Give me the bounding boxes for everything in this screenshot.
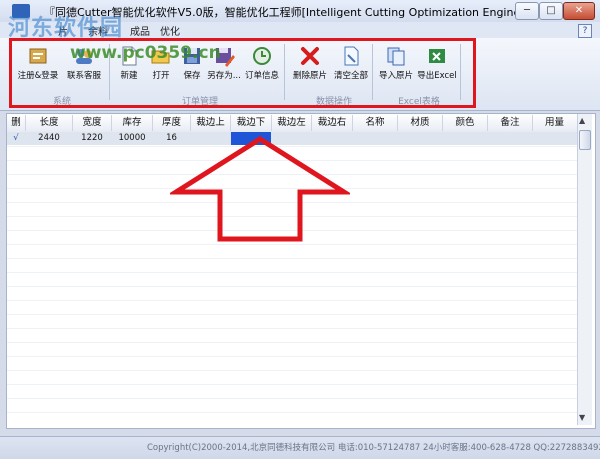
scroll-thumb[interactable] xyxy=(579,130,591,150)
header-material[interactable]: 材质 xyxy=(398,115,443,131)
menu-item-product[interactable]: 成品 xyxy=(130,23,150,38)
header-trim-left[interactable]: 裁边左 xyxy=(272,115,312,131)
menu-item-optimize[interactable]: 优化 xyxy=(160,23,180,38)
scroll-down-icon[interactable]: ▼ xyxy=(579,413,585,422)
grid-line xyxy=(7,342,577,343)
grid-line xyxy=(7,370,577,371)
maximize-button[interactable]: □ xyxy=(539,2,563,20)
header-width[interactable]: 宽度 xyxy=(73,115,112,131)
header-trim-right[interactable]: 裁边右 xyxy=(312,115,353,131)
watermark-text: 河东软件园 xyxy=(8,16,124,41)
minimize-button[interactable]: ─ xyxy=(515,2,539,20)
header-stock[interactable]: 库存 xyxy=(112,115,153,131)
header-note[interactable]: 备注 xyxy=(488,115,533,131)
cell-width[interactable]: 1220 xyxy=(73,132,111,145)
header-delete[interactable]: 删 xyxy=(7,115,26,131)
header-trim-top[interactable]: 裁边上 xyxy=(191,115,231,131)
copyright-text: Copyright(C)2000-2014,北京同德科技有限公司 电话:010-… xyxy=(147,443,600,453)
grid-line xyxy=(7,328,577,329)
header-usage[interactable]: 用量 xyxy=(533,115,576,131)
grid-line xyxy=(7,286,577,287)
header-thickness[interactable]: 厚度 xyxy=(153,115,191,131)
grid-line xyxy=(7,258,577,259)
scroll-up-icon[interactable]: ▲ xyxy=(579,116,585,125)
grid-line xyxy=(7,272,577,273)
row-delete-check[interactable]: √ xyxy=(7,132,25,145)
cell-length[interactable]: 2440 xyxy=(26,132,72,145)
grid-line xyxy=(7,384,577,385)
vertical-scrollbar[interactable] xyxy=(577,114,592,425)
header-color[interactable]: 颜色 xyxy=(443,115,488,131)
close-button[interactable]: ✕ xyxy=(563,2,595,20)
grid-line xyxy=(7,300,577,301)
grid-line xyxy=(7,356,577,357)
header-name[interactable]: 名称 xyxy=(353,115,398,131)
grid-line xyxy=(7,412,577,413)
help-icon[interactable]: ? xyxy=(578,24,592,38)
arrow-up-annotation xyxy=(170,136,350,242)
grid-line xyxy=(7,314,577,315)
header-trim-bottom[interactable]: 裁边下 xyxy=(231,115,272,131)
grid-line xyxy=(7,398,577,399)
watermark-url: www.pc0359.cn xyxy=(70,43,221,63)
cell-stock[interactable]: 10000 xyxy=(112,132,152,145)
header-length[interactable]: 长度 xyxy=(26,115,73,131)
